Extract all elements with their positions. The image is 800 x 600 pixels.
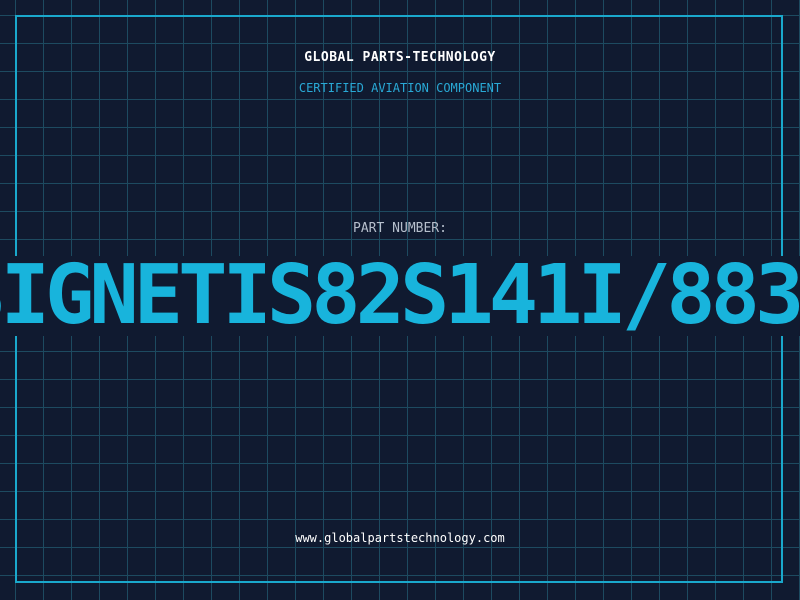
company-name: GLOBAL PARTS-TECHNOLOGY	[304, 50, 496, 65]
part-number-band: SIGNETIS82S141I/883B	[0, 256, 800, 336]
certificate-card: GLOBAL PARTS-TECHNOLOGY CERTIFIED AVIATI…	[0, 0, 800, 600]
part-number-label: PART NUMBER:	[353, 221, 447, 236]
website-url: www.globalpartstechnology.com	[295, 531, 505, 545]
part-number-value: SIGNETIS82S141I/883B	[0, 256, 800, 336]
certification-subtitle: CERTIFIED AVIATION COMPONENT	[298, 81, 502, 95]
